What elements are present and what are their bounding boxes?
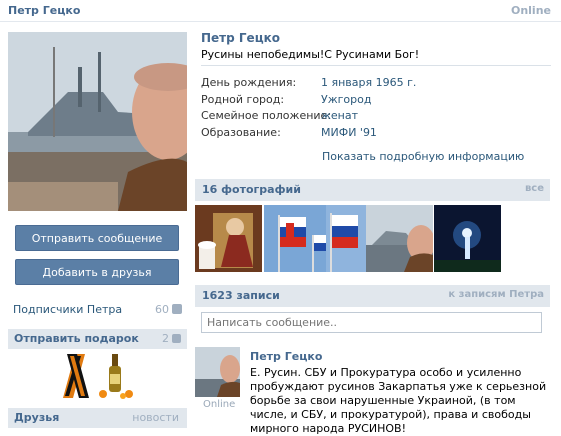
people-icon [172,304,182,314]
gift-icon [172,334,181,343]
gift-ribbon-icon [63,354,133,399]
post-author-avatar[interactable] [195,347,240,397]
info-value[interactable]: женат [321,109,358,122]
header-name[interactable]: Петр Гецко [8,4,80,17]
wall-header[interactable]: 1623 записи к записям Петра [195,285,550,307]
subscribers-count: 60 [155,303,169,316]
online-status: Online [510,4,551,17]
photo-thumbnail[interactable] [366,205,433,272]
info-value[interactable]: Ужгород [321,93,371,106]
subscribers-row[interactable]: Подписчики Петра 60 [8,302,187,318]
post-online-status: Online [203,399,236,410]
photo-night-image [434,205,501,272]
photo-icon-image [195,205,262,272]
info-row-birthday: День рождения: 1 января 1965 г. [201,76,551,92]
info-label: Образование: [201,126,281,139]
photo-flags-image [264,205,331,272]
top-bar: Петр Гецко Online [0,0,561,22]
send-message-button[interactable]: Отправить сообщение [15,225,179,251]
avatar-photo [8,32,187,211]
profile-name: Петр Гецко [201,31,280,45]
info-row-relationship: Семейное положение: женат [201,109,551,125]
wall-message-input[interactable] [201,312,542,333]
subscribers-label[interactable]: Подписчики Петра [13,303,122,316]
photo-thumbnail[interactable] [434,205,501,272]
post-text: Е. Русин. СБУ и Прокуратура особо и усил… [250,366,547,435]
profile-avatar[interactable] [8,32,187,211]
gifts-header[interactable]: Отправить подарок 2 [8,329,187,349]
info-label: Семейное положение: [201,109,332,122]
gifts-count: 2 [162,332,169,345]
show-more-link[interactable]: Показать подробную информацию [322,150,524,163]
gifts-label[interactable]: Отправить подарок [14,332,139,345]
post-avatar-image [195,347,240,397]
profile-status[interactable]: Русины непобедимы!С Русинами Бог! [201,48,419,61]
photo-ship-image [366,205,433,272]
info-value[interactable]: 1 января 1965 г. [321,76,416,89]
photos-header[interactable]: 16 фотографий все [195,179,550,201]
photo-flag-image [326,205,366,272]
wall-title[interactable]: 1623 записи [202,289,280,302]
friends-label[interactable]: Друзья [14,411,59,424]
info-row-hometown: Родной город: Ужгород [201,93,551,109]
friends-header[interactable]: Друзья новости [8,408,187,428]
info-row-education: Образование: МИФИ '91 [201,126,551,142]
post-author-name[interactable]: Петр Гецко [250,350,322,363]
friends-news-link[interactable]: новости [132,411,179,424]
photos-all-link[interactable]: все [525,183,544,194]
info-value[interactable]: МИФИ '91 [321,126,377,139]
photo-thumbnail[interactable] [195,205,262,272]
wall-posts-link[interactable]: к записям Петра [448,289,544,300]
info-divider [201,65,551,66]
photos-title[interactable]: 16 фотографий [202,183,301,196]
info-label: Родной город: [201,93,285,106]
info-label: День рождения: [201,76,297,89]
photo-thumbnail[interactable] [264,205,331,272]
add-friend-button[interactable]: Добавить в друзья [15,259,179,285]
gift-images[interactable] [55,352,145,400]
